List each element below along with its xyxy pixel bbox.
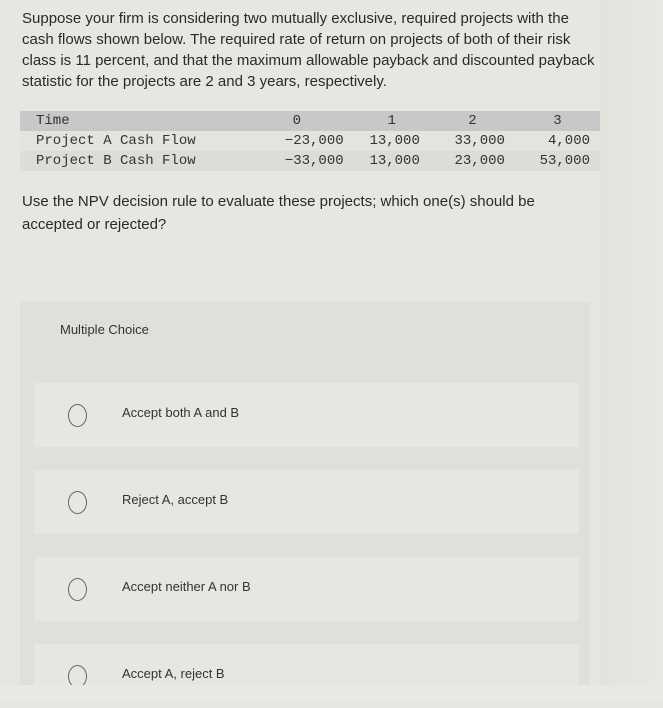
radio-button-icon[interactable] <box>68 404 87 427</box>
cash-flow-cell: −23,000 <box>284 133 344 149</box>
option-label: Accept A, reject B <box>122 666 225 681</box>
period-2: 2 <box>468 113 477 129</box>
radio-button-icon[interactable] <box>68 578 87 601</box>
cash-flow-cell: −33,000 <box>284 153 344 169</box>
multiple-choice-title: Multiple Choice <box>60 322 149 337</box>
table-header-row: Time 0 1 2 3 <box>20 111 600 131</box>
prompt-text: Use the NPV decision rule to evaluate th… <box>22 193 535 233</box>
table-row: Project A Cash Flow −23,000 13,000 33,00… <box>20 131 600 151</box>
multiple-choice-panel: Multiple Choice Accept both A and B Reje… <box>20 302 590 708</box>
period-0: 0 <box>292 113 301 129</box>
table-row: Project B Cash Flow −33,000 13,000 23,00… <box>20 151 600 171</box>
option-label: Reject A, accept B <box>122 492 229 507</box>
cash-flow-cell: 13,000 <box>369 133 420 149</box>
cash-flow-cell: 23,000 <box>454 153 505 169</box>
page-background-strip <box>600 0 663 700</box>
question-text: Suppose your firm is considering two mut… <box>22 10 595 90</box>
period-1: 1 <box>387 113 396 129</box>
period-3: 3 <box>553 113 562 129</box>
row-label: Project A Cash Flow <box>36 133 196 149</box>
option-reject-a-accept-b[interactable]: Reject A, accept B <box>34 470 579 534</box>
cash-flow-table: Time 0 1 2 3 Project A Cash Flow −23,000… <box>20 111 600 171</box>
row-label: Project B Cash Flow <box>36 153 196 169</box>
time-label: Time <box>36 113 70 129</box>
option-accept-neither[interactable]: Accept neither A nor B <box>34 557 579 621</box>
cash-flow-cell: 13,000 <box>369 153 420 169</box>
cash-flow-cell: 33,000 <box>454 133 505 149</box>
option-label: Accept both A and B <box>122 405 240 420</box>
radio-button-icon[interactable] <box>68 491 87 514</box>
option-label: Accept neither A nor B <box>122 579 251 594</box>
cash-flow-cell: 4,000 <box>547 133 590 149</box>
option-accept-both[interactable]: Accept both A and B <box>34 383 579 447</box>
cash-flow-cell: 53,000 <box>539 153 590 169</box>
bottom-edge <box>0 685 663 700</box>
